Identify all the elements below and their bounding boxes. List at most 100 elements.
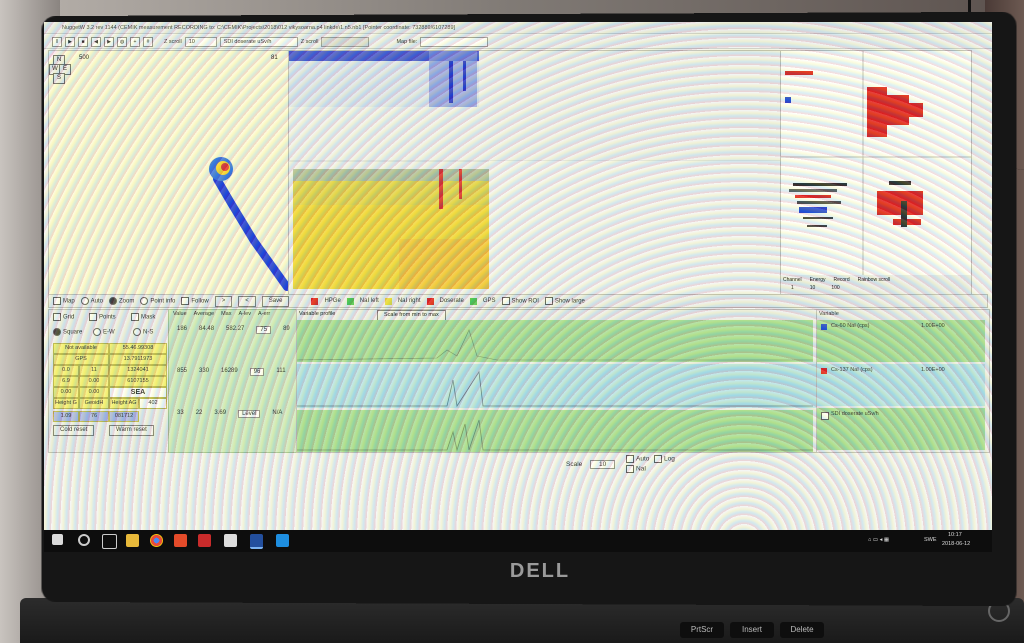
zoom-radio[interactable]: Zoom bbox=[109, 297, 134, 305]
square-radio[interactable]: Square bbox=[53, 328, 82, 336]
save-button[interactable]: Save bbox=[261, 295, 290, 307]
variable-row-1[interactable]: Cs-60 NaI (cps) 1.00E+00 bbox=[817, 320, 985, 362]
legend-gps-swatch bbox=[469, 297, 477, 305]
row2-aerr: 111 bbox=[276, 368, 286, 374]
histogram-panel: Channel Energy Record Rainbow scroll 1 1… bbox=[780, 50, 972, 296]
ew-radio[interactable]: E-W bbox=[93, 328, 115, 336]
northing-value: 6107155 bbox=[109, 376, 167, 387]
auto-radio[interactable]: Auto bbox=[80, 297, 103, 305]
legend-hpge-swatch bbox=[311, 297, 319, 305]
chrome-icon[interactable] bbox=[150, 534, 163, 547]
stop-icon[interactable]: ■ bbox=[78, 36, 88, 47]
legend-doserate-swatch bbox=[426, 297, 434, 305]
stats-panel: Value Average Max A-lev A-err 186 84.48 … bbox=[168, 309, 298, 453]
variable-2-value: 1.00E+00 bbox=[921, 367, 945, 373]
show-roi-checkbox[interactable]: Show ROI bbox=[501, 297, 539, 305]
variable-1-name: Cs-60 NaI (cps) bbox=[831, 323, 870, 329]
next-button[interactable]: > bbox=[214, 295, 233, 307]
mask-checkbox[interactable]: Mask bbox=[131, 313, 155, 321]
meta-energy: Energy bbox=[809, 277, 826, 283]
auto-scale-checkbox[interactable]: Auto bbox=[626, 455, 649, 463]
scale-input[interactable]: 10 bbox=[590, 460, 616, 469]
prev-button[interactable]: < bbox=[238, 295, 256, 307]
stats-row-3: 33 22 3.69 Level N/A bbox=[177, 410, 282, 418]
header-aerr: A-err bbox=[257, 311, 271, 317]
spectrum-panel[interactable] bbox=[288, 50, 782, 296]
task-view-icon[interactable] bbox=[102, 534, 117, 549]
follow-checkbox[interactable]: Follow bbox=[181, 297, 209, 305]
header-max: Max bbox=[221, 311, 232, 317]
variable-header: Variable bbox=[819, 311, 839, 317]
legend-nai-right-swatch bbox=[384, 297, 392, 305]
tray-icons[interactable]: ⌂ ▭ ◂ ▦ bbox=[868, 537, 889, 543]
row2-average: 330 bbox=[199, 368, 210, 374]
row1-aerr: 89 bbox=[283, 326, 290, 332]
map-scale-right: 81 bbox=[271, 55, 278, 61]
variable-row-3[interactable]: SDI doserate uSv/h bbox=[817, 408, 985, 450]
zscroll-slider[interactable] bbox=[321, 36, 370, 47]
legend-gps: GPS bbox=[482, 298, 496, 304]
cell-4-0: 0.00 bbox=[53, 387, 79, 398]
window-title: NuggetW 3.2 rev 1144 (CEMIK measurement … bbox=[44, 22, 992, 34]
grid-icon[interactable]: # bbox=[143, 36, 153, 47]
row1-value: 186 bbox=[177, 326, 188, 332]
variable-row-2[interactable]: Cs-137 NaI (cps) 1.00E+00 bbox=[817, 364, 985, 406]
app-icon-dark-red[interactable] bbox=[198, 534, 211, 547]
points-checkbox[interactable]: Points bbox=[89, 313, 116, 321]
cold-reset-button[interactable]: Cold reset bbox=[53, 425, 95, 436]
nai-checkbox[interactable]: NaI bbox=[626, 465, 646, 473]
windows-start-icon[interactable] bbox=[52, 534, 63, 545]
forward-icon[interactable]: ▶ bbox=[104, 36, 114, 47]
meta-rainbow[interactable]: Rainbow scroll bbox=[858, 277, 891, 283]
show-large-checkbox[interactable]: Show large bbox=[544, 297, 585, 305]
variable-3-name: SDI doserate uSv/h bbox=[831, 411, 879, 417]
meta-val-3: 100 bbox=[831, 285, 840, 291]
row1-alev[interactable]: 75 bbox=[256, 326, 272, 334]
map-checkbox[interactable]: Map bbox=[53, 297, 75, 305]
geoid-h-label: GeoidH bbox=[79, 398, 109, 409]
nav-south-button[interactable]: S bbox=[53, 73, 65, 84]
ns-radio[interactable]: N-S bbox=[133, 328, 153, 336]
app-icon-red[interactable] bbox=[174, 534, 187, 547]
key-insert: Insert bbox=[730, 622, 774, 638]
histogram-canvas bbox=[781, 51, 971, 295]
pause-icon[interactable]: ‖ bbox=[52, 36, 62, 47]
rewind-icon[interactable]: ◀ bbox=[91, 36, 101, 47]
zscroll-label: Z scroll bbox=[164, 38, 182, 45]
grid-checkbox[interactable]: Grid bbox=[53, 313, 74, 321]
search-icon[interactable] bbox=[78, 534, 90, 546]
app-icon-blue[interactable] bbox=[276, 534, 289, 547]
clock-time[interactable]: 10:17 bbox=[948, 532, 962, 538]
gps-label: GPS bbox=[53, 354, 109, 365]
globe-icon[interactable]: ◍ bbox=[117, 36, 127, 47]
latitude-value: 55.46.99308 bbox=[109, 343, 167, 354]
app-icon-pen[interactable] bbox=[224, 534, 237, 547]
header-value: Value bbox=[173, 311, 187, 317]
map-scale-left: 500 bbox=[79, 55, 90, 61]
point-info-radio[interactable]: Point info bbox=[140, 297, 175, 305]
map-panel[interactable]: N W E S 500 81 bbox=[48, 50, 290, 296]
row3-level[interactable]: Level bbox=[238, 410, 261, 418]
clock-date[interactable]: 2018-06-12 bbox=[942, 541, 970, 547]
log-checkbox[interactable]: Log bbox=[654, 455, 675, 463]
height-ag-value: 402 bbox=[139, 398, 167, 409]
cell-4-1: 0.00 bbox=[79, 387, 109, 398]
language-indicator[interactable]: SWE bbox=[924, 537, 937, 543]
play-icon[interactable]: ▶ bbox=[65, 36, 75, 47]
scale-controls: Scale 10 Auto Log NaI bbox=[564, 455, 764, 477]
time-value: 081712 bbox=[109, 411, 139, 422]
zscroll-input[interactable]: 10 bbox=[184, 36, 217, 47]
nugget-app-icon[interactable] bbox=[250, 534, 263, 549]
zoom-icon[interactable]: + bbox=[130, 36, 140, 47]
variable-2-swatch bbox=[821, 368, 827, 374]
waterfall-canvas bbox=[289, 51, 781, 295]
variable-1-swatch bbox=[821, 324, 827, 330]
map-file-input[interactable] bbox=[420, 36, 489, 47]
row2-alev[interactable]: 96 bbox=[249, 368, 265, 376]
dose-select[interactable]: SDI doserate uSv/h bbox=[219, 36, 298, 47]
row1-max: 582.27 bbox=[226, 326, 245, 332]
file-explorer-icon[interactable] bbox=[126, 534, 139, 547]
histogram-meta-values: 1 10 100 bbox=[791, 285, 840, 291]
legend-doserate: Doserate bbox=[439, 298, 464, 304]
warm-reset-button[interactable]: Warm reset bbox=[109, 425, 154, 436]
